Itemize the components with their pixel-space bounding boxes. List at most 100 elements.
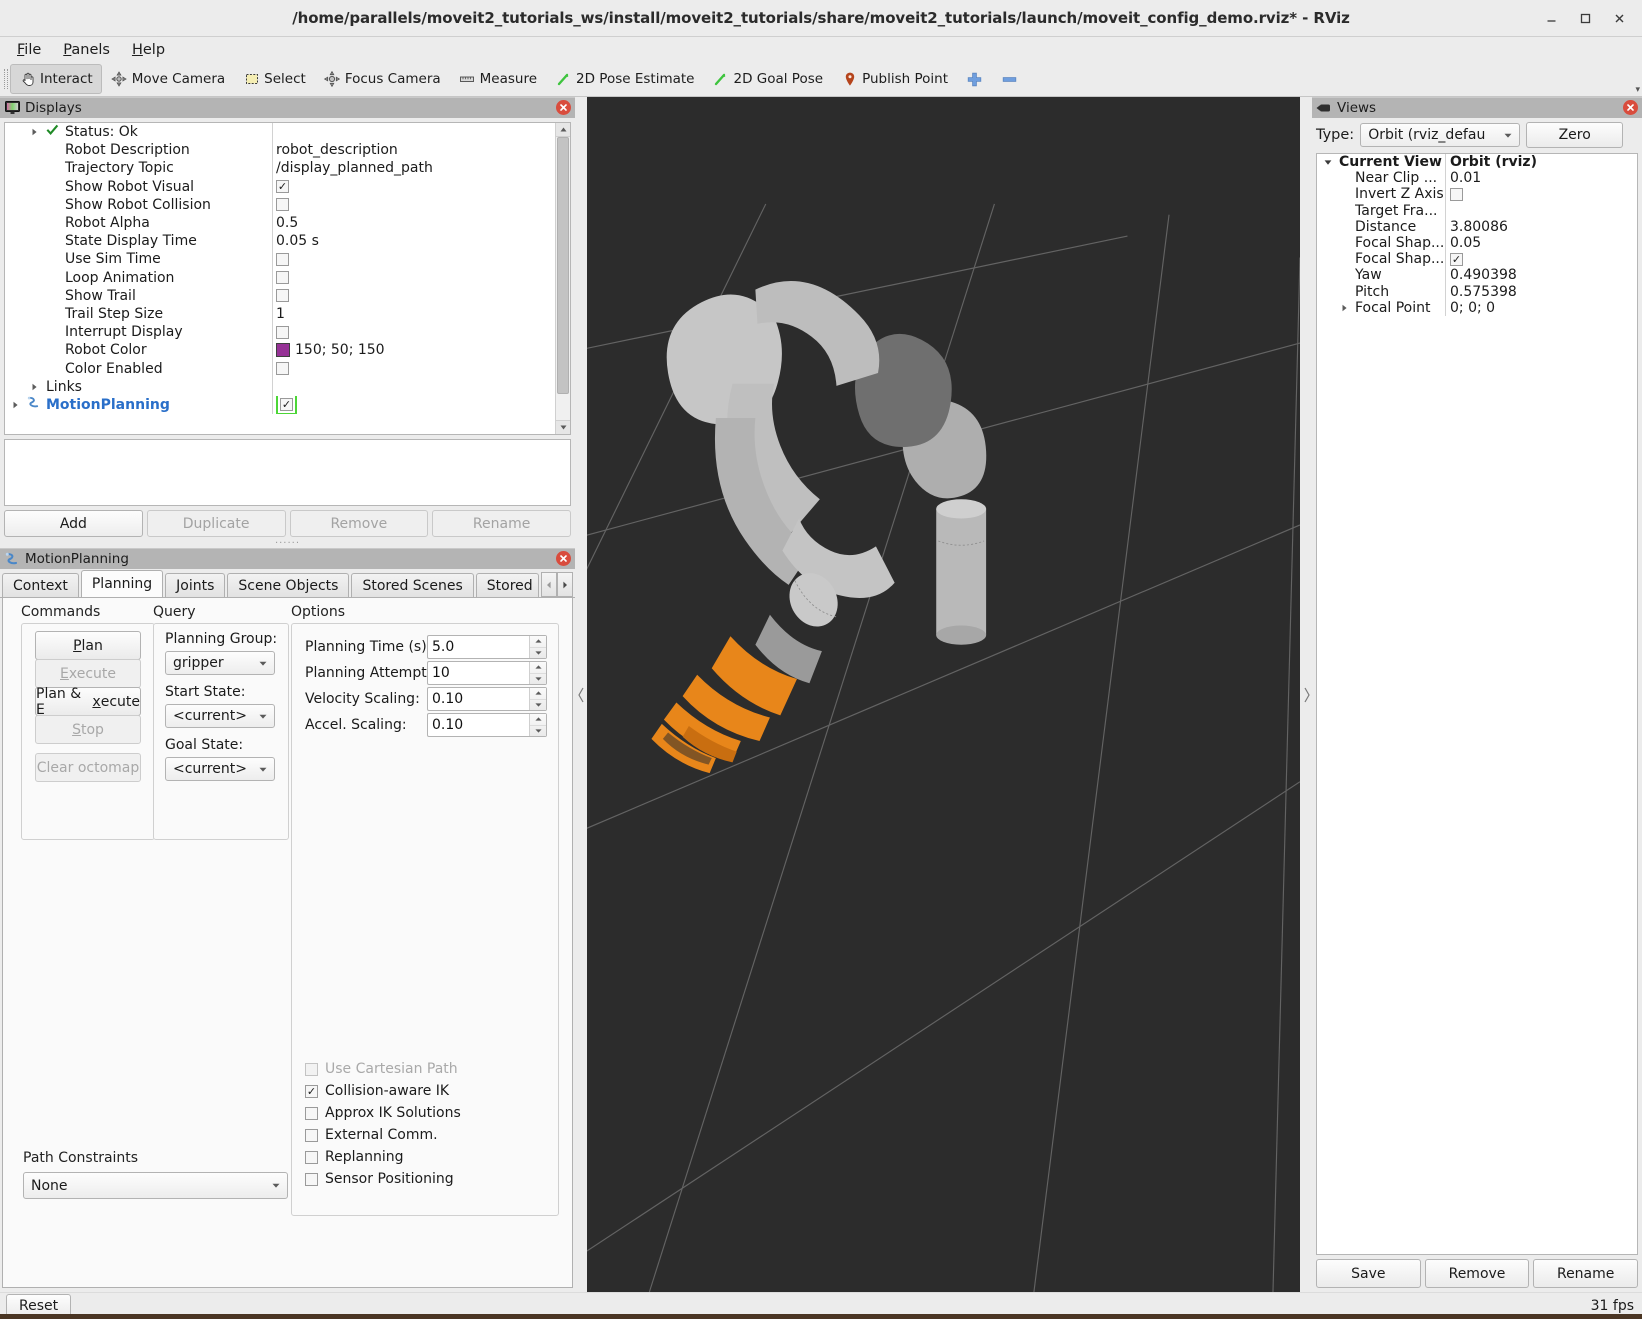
approx-ik-solutions-checkbox[interactable] [305, 1106, 318, 1120]
remove-display-button[interactable]: Remove [289, 510, 429, 537]
planning-time-s-stepper[interactable] [529, 636, 546, 658]
tool-interact[interactable]: Interact [10, 64, 102, 94]
display-row-checkbox[interactable] [276, 252, 289, 266]
color-swatch[interactable] [276, 343, 290, 358]
view-row-invert-z-axis[interactable]: Invert Z Axis [1317, 186, 1637, 203]
stepper-up-icon[interactable] [530, 636, 546, 648]
display-row-checkbox[interactable] [280, 398, 293, 412]
right-splitter-handle[interactable] [1300, 97, 1312, 1292]
rename-view-button[interactable]: Rename [1533, 1259, 1639, 1288]
left-splitter-handle[interactable] [575, 97, 587, 1292]
checkbox-row-sensor-positioning[interactable]: Sensor Positioning [305, 1168, 461, 1190]
tool-2d-pose-estimate[interactable]: 2D Pose Estimate [546, 64, 703, 94]
scroll-down-icon[interactable] [556, 420, 570, 434]
display-row-trajectory-topic[interactable]: Trajectory Topic/display_planned_path [5, 159, 556, 178]
velocity-scaling-spinbox[interactable] [427, 687, 547, 711]
stop-button[interactable]: Stop [35, 715, 141, 744]
scrollbar-thumb[interactable] [557, 137, 569, 394]
dock-splitter-handle[interactable]: ······ [0, 538, 575, 549]
plan-button[interactable]: Plan [35, 631, 141, 660]
display-row-checkbox[interactable] [276, 180, 289, 194]
close-views-icon[interactable] [1623, 100, 1638, 115]
display-row-checkbox[interactable] [276, 198, 289, 212]
display-row-interrupt-display[interactable]: Interrupt Display [5, 323, 556, 342]
menu-file[interactable]: File [8, 40, 50, 60]
view-row-focal-shap[interactable]: Focal Shap... 0.05 [1317, 234, 1637, 252]
tab-scene-objects[interactable]: Scene Objects [227, 573, 350, 597]
save-view-button[interactable]: Save [1316, 1259, 1421, 1288]
checkbox-row-collision-aware-ik[interactable]: Collision-aware IK [305, 1080, 461, 1102]
view-row-yaw[interactable]: Yaw 0.490398 [1317, 267, 1637, 284]
velocity-scaling-input[interactable] [428, 688, 529, 710]
displays-scrollbar[interactable] [555, 123, 570, 434]
display-row-robot-alpha[interactable]: Robot Alpha 0.5 [5, 213, 556, 233]
add-tool-button[interactable] [957, 64, 992, 94]
display-row-checkbox[interactable] [276, 325, 289, 339]
display-row-show-robot-visual[interactable]: Show Robot Visual [5, 177, 556, 196]
display-row-status-ok[interactable]: Status: Ok [5, 123, 556, 142]
tab-planning[interactable]: Planning [80, 570, 164, 597]
expand-arrow-icon[interactable] [1317, 159, 1339, 166]
menu-panels[interactable]: Panels [54, 40, 119, 60]
zero-view-button[interactable]: Zero [1526, 122, 1624, 148]
accel-scaling-input[interactable] [428, 714, 529, 736]
minimize-icon[interactable] [1536, 5, 1566, 31]
accel-scaling-spinbox[interactable] [427, 713, 547, 737]
tool-select[interactable]: Select [234, 64, 315, 94]
tab-scroll-right-icon[interactable] [557, 572, 573, 597]
view-row-pitch[interactable]: Pitch 0.575398 [1317, 283, 1637, 300]
display-row-checkbox[interactable] [276, 271, 289, 285]
view-type-combobox[interactable]: Orbit (rviz_defau [1360, 123, 1521, 147]
accel-scaling-stepper[interactable] [529, 714, 546, 736]
view-row-checkbox[interactable] [1450, 187, 1463, 201]
checkbox-row-approx-ik-solutions[interactable]: Approx IK Solutions [305, 1102, 461, 1124]
checkbox-row-external-comm[interactable]: External Comm. [305, 1124, 461, 1146]
display-row-checkbox[interactable] [276, 362, 289, 376]
planning-time-s-input[interactable] [428, 636, 529, 658]
collision-aware-ik-checkbox[interactable] [305, 1084, 318, 1098]
close-displays-icon[interactable] [556, 100, 571, 115]
tool-2d-goal-pose[interactable]: 2D Goal Pose [704, 64, 833, 94]
display-row-loop-animation[interactable]: Loop Animation [5, 268, 556, 287]
expand-arrow-icon[interactable] [1333, 304, 1355, 312]
tool-publish-point[interactable]: Publish Point [832, 64, 957, 94]
displays-tree[interactable]: Status: Ok Robot Description robot_descrip… [4, 122, 571, 435]
rename-display-button[interactable]: Rename [432, 510, 571, 537]
display-row-robot-description[interactable]: Robot Description robot_description [5, 141, 556, 160]
expand-arrow-icon[interactable] [24, 383, 44, 391]
clear-octomap-button[interactable]: Clear octomap [35, 753, 141, 782]
views-property-tree[interactable]: Current View Orbit (rviz) Near Clip ... 0.0… [1316, 153, 1638, 1255]
planning-attempts-spinbox[interactable] [427, 661, 547, 685]
stepper-down-icon[interactable] [530, 674, 546, 685]
3d-render-viewport[interactable] [587, 97, 1300, 1292]
stepper-up-icon[interactable] [530, 714, 546, 726]
toolbar-overflow-icon[interactable]: ▾ [1635, 85, 1640, 95]
remove-view-button[interactable]: Remove [1424, 1259, 1530, 1288]
view-row-checkbox[interactable] [1450, 252, 1463, 266]
goal-state-combobox[interactable]: <current> [165, 757, 275, 781]
stepper-down-icon[interactable] [530, 700, 546, 711]
start-state-combobox[interactable]: <current> [165, 704, 275, 728]
velocity-scaling-stepper[interactable] [529, 688, 546, 710]
path-constraints-combobox[interactable]: None [23, 1172, 288, 1199]
view-row-distance[interactable]: Distance 3.80086 [1317, 218, 1637, 235]
tab-joints[interactable]: Joints [165, 573, 226, 597]
expand-arrow-icon[interactable] [5, 401, 25, 409]
stepper-up-icon[interactable] [530, 688, 546, 700]
use-cartesian-path-checkbox[interactable] [305, 1062, 318, 1076]
stepper-down-icon[interactable] [530, 726, 546, 737]
replanning-checkbox[interactable] [305, 1150, 318, 1164]
planning-attempts-input[interactable] [428, 662, 529, 684]
stepper-down-icon[interactable] [530, 648, 546, 659]
stepper-up-icon[interactable] [530, 662, 546, 674]
display-row-links[interactable]: Links [5, 377, 556, 396]
sensor-positioning-checkbox[interactable] [305, 1172, 318, 1186]
close-motionplanning-icon[interactable] [556, 551, 571, 566]
tab-context[interactable]: Context [2, 573, 79, 597]
display-row-checkbox[interactable] [276, 289, 289, 303]
display-row-trail-step-size[interactable]: Trail Step Size 1 [5, 304, 556, 324]
tab-stored-sta[interactable]: Stored Sta [475, 573, 539, 597]
execute-button[interactable]: Execute [35, 659, 141, 688]
display-row-state-display-time[interactable]: State Display Time 0.05 s [5, 232, 556, 251]
planning-time-s-spinbox[interactable] [427, 635, 547, 659]
